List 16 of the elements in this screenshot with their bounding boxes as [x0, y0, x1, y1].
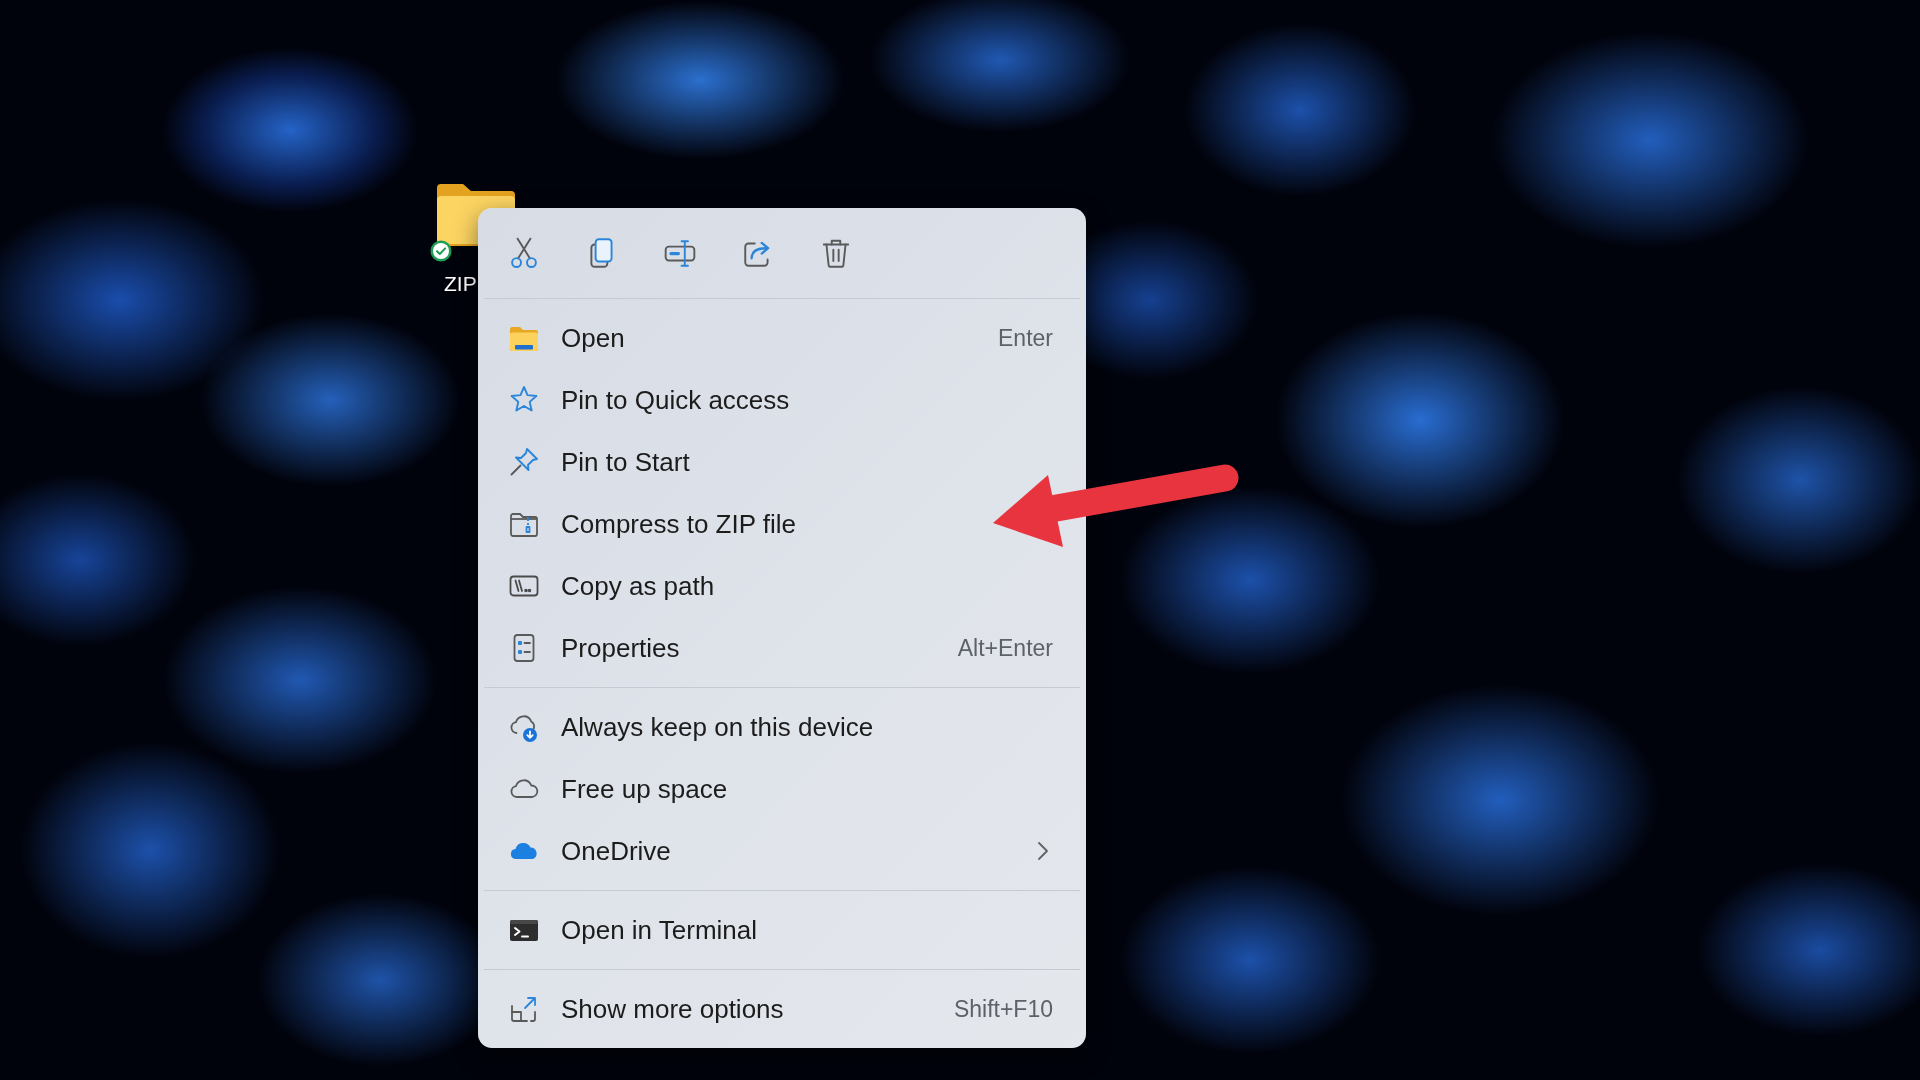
menu-item[interactable]: Pin to Quick access	[478, 369, 1086, 431]
menu-item[interactable]: Free up space	[478, 758, 1086, 820]
keyboard-shortcut: Enter	[998, 324, 1053, 352]
menu-item[interactable]: Open in Terminal	[478, 899, 1086, 961]
keyboard-shortcut: Shift+F10	[953, 995, 1053, 1023]
menu-item[interactable]: OneDrive	[478, 820, 1086, 882]
keyboard-shortcut: Alt+Enter	[957, 634, 1053, 662]
menu-item[interactable]: Always keep on this device	[478, 696, 1086, 758]
menu-item[interactable]: Properties Alt+Enter	[478, 617, 1086, 679]
menu-item[interactable]: Show more options Shift+F10	[478, 978, 1086, 1040]
pushpin-icon	[508, 446, 540, 478]
menu-item[interactable]: Compress to ZIP file	[478, 493, 1086, 555]
menu-item[interactable]: Copy as path	[478, 555, 1086, 617]
menu-item[interactable]: Open Enter	[478, 307, 1086, 369]
icon-label[interactable]: ZIP	[444, 272, 477, 296]
menu-item[interactable]: Pin to Start	[478, 431, 1086, 493]
